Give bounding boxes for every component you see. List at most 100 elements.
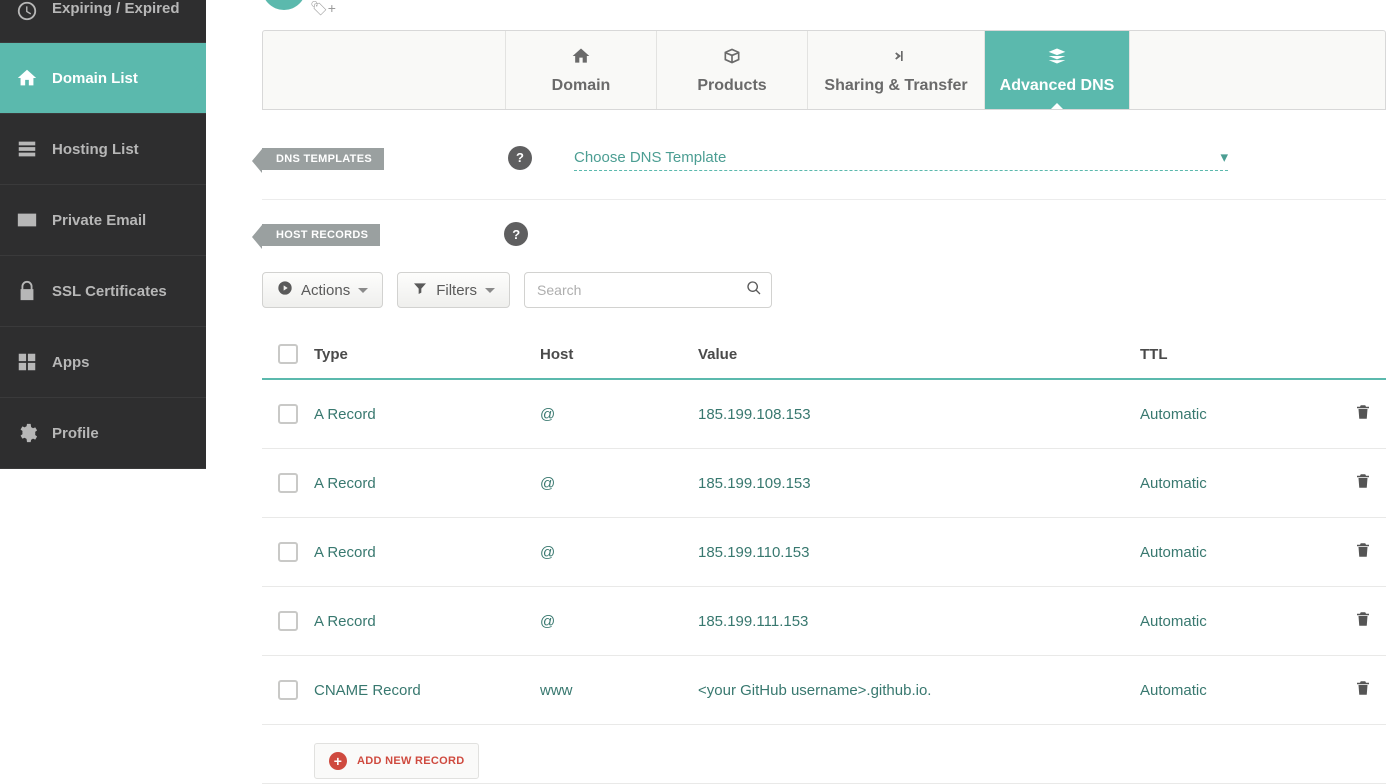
row-checkbox[interactable] [278, 404, 298, 424]
sidebar-item-label: Expiring / Expired [52, 0, 180, 17]
cell-type[interactable]: A Record [314, 475, 540, 492]
tab-domain[interactable]: Domain [506, 31, 657, 109]
sidebar-item-domain-list[interactable]: Domain List [0, 43, 206, 114]
sidebar-item-profile[interactable]: Profile [0, 398, 206, 469]
tab-label: Products [697, 77, 766, 95]
home-icon [16, 67, 38, 89]
chevron-down-icon [358, 288, 368, 298]
row-checkbox[interactable] [278, 542, 298, 562]
tab-label: Sharing & Transfer [824, 77, 967, 95]
delete-button[interactable] [1354, 402, 1372, 426]
tab-advanced-dns[interactable]: Advanced DNS [985, 31, 1130, 109]
cell-type[interactable]: A Record [314, 406, 540, 423]
add-record-wrap: + ADD NEW RECORD [262, 725, 1386, 784]
tab-products[interactable]: Products [657, 31, 808, 109]
table-header: Type Host Value TTL [262, 330, 1386, 380]
col-header-ttl: TTL [1140, 346, 1320, 363]
cell-value[interactable]: 185.199.110.153 [698, 544, 1140, 561]
search-input[interactable] [524, 272, 772, 308]
cell-host[interactable]: @ [540, 475, 698, 492]
cell-host[interactable]: @ [540, 544, 698, 561]
clock-icon [16, 0, 38, 22]
search-icon[interactable] [746, 280, 762, 301]
sidebar-item-hosting-list[interactable]: Hosting List [0, 114, 206, 185]
button-label: ADD NEW RECORD [357, 755, 464, 767]
mail-icon [16, 209, 38, 231]
add-new-record-button[interactable]: + ADD NEW RECORD [314, 743, 479, 779]
filters-button[interactable]: Filters [397, 272, 510, 308]
cell-ttl[interactable]: Automatic [1140, 544, 1320, 561]
select-all-checkbox[interactable] [278, 344, 298, 364]
row-checkbox[interactable] [278, 611, 298, 631]
avatar [262, 0, 306, 10]
sidebar-item-label: Domain List [52, 70, 138, 87]
section-chip: DNS TEMPLATES [262, 148, 384, 170]
section-chip: HOST RECORDS [262, 224, 380, 246]
row-checkbox[interactable] [278, 473, 298, 493]
filter-icon [412, 280, 428, 300]
cell-host[interactable]: @ [540, 406, 698, 423]
tag-add-icon[interactable]: 🏷︎+ [310, 0, 336, 17]
sidebar-item-ssl[interactable]: SSL Certificates [0, 256, 206, 327]
actions-button[interactable]: Actions [262, 272, 383, 308]
sidebar: Expiring / Expired Domain List Hosting L… [0, 0, 206, 469]
table-row: A Record@185.199.111.153Automatic [262, 587, 1386, 656]
cell-value[interactable]: 185.199.109.153 [698, 475, 1140, 492]
cell-value[interactable]: 185.199.111.153 [698, 613, 1140, 630]
cell-value[interactable]: <your GitHub username>.github.io. [698, 682, 1140, 699]
delete-button[interactable] [1354, 540, 1372, 564]
row-checkbox[interactable] [278, 680, 298, 700]
sidebar-item-label: SSL Certificates [52, 283, 167, 300]
sidebar-item-label: Hosting List [52, 141, 139, 158]
chevron-down-icon: ▾ [1220, 148, 1228, 166]
main-content: 🏷︎+ Domain Products Sharing & Transfer A… [206, 0, 1396, 784]
delete-button[interactable] [1354, 471, 1372, 495]
cell-ttl[interactable]: Automatic [1140, 475, 1320, 492]
button-label: Filters [436, 282, 477, 299]
apps-icon [16, 351, 38, 373]
cell-ttl[interactable]: Automatic [1140, 613, 1320, 630]
help-button[interactable]: ? [508, 146, 532, 170]
cell-ttl[interactable]: Automatic [1140, 406, 1320, 423]
server-icon [16, 138, 38, 160]
tabs: Domain Products Sharing & Transfer Advan… [262, 30, 1386, 110]
stack-icon [1046, 46, 1068, 71]
share-icon [885, 46, 907, 71]
table-row: CNAME Recordwww<your GitHub username>.gi… [262, 656, 1386, 725]
lock-icon [16, 280, 38, 302]
sidebar-item-label: Profile [52, 425, 99, 442]
cell-type[interactable]: A Record [314, 544, 540, 561]
gear-icon [16, 422, 38, 444]
cell-host[interactable]: www [540, 682, 698, 699]
table-row: A Record@185.199.110.153Automatic [262, 518, 1386, 587]
sidebar-item-apps[interactable]: Apps [0, 327, 206, 398]
dns-template-label: Choose DNS Template [574, 149, 726, 166]
table-row: A Record@185.199.109.153Automatic [262, 449, 1386, 518]
sidebar-item-private-email[interactable]: Private Email [0, 185, 206, 256]
col-header-host: Host [540, 346, 698, 363]
box-icon [721, 46, 743, 71]
delete-button[interactable] [1354, 609, 1372, 633]
table-row: A Record@185.199.108.153Automatic [262, 380, 1386, 449]
cell-type[interactable]: CNAME Record [314, 682, 540, 699]
button-label: Actions [301, 282, 350, 299]
help-button[interactable]: ? [504, 222, 528, 246]
col-header-value: Value [698, 346, 1140, 363]
sidebar-item-label: Private Email [52, 212, 146, 229]
delete-button[interactable] [1354, 678, 1372, 702]
toolbar: Actions Filters [262, 272, 1386, 308]
tab-label: Advanced DNS [1000, 77, 1115, 95]
tab-label: Domain [552, 77, 611, 95]
search-wrap [524, 272, 772, 308]
cell-type[interactable]: A Record [314, 613, 540, 630]
play-icon [277, 280, 293, 300]
plus-icon: + [329, 752, 347, 770]
cell-host[interactable]: @ [540, 613, 698, 630]
tab-sharing[interactable]: Sharing & Transfer [808, 31, 985, 109]
sidebar-item-expiring[interactable]: Expiring / Expired [0, 0, 206, 43]
cell-value[interactable]: 185.199.108.153 [698, 406, 1140, 423]
tab-blank [263, 31, 506, 109]
section-host-records: HOST RECORDS ? [262, 222, 1386, 246]
cell-ttl[interactable]: Automatic [1140, 682, 1320, 699]
dns-template-select[interactable]: Choose DNS Template ▾ [574, 144, 1228, 171]
